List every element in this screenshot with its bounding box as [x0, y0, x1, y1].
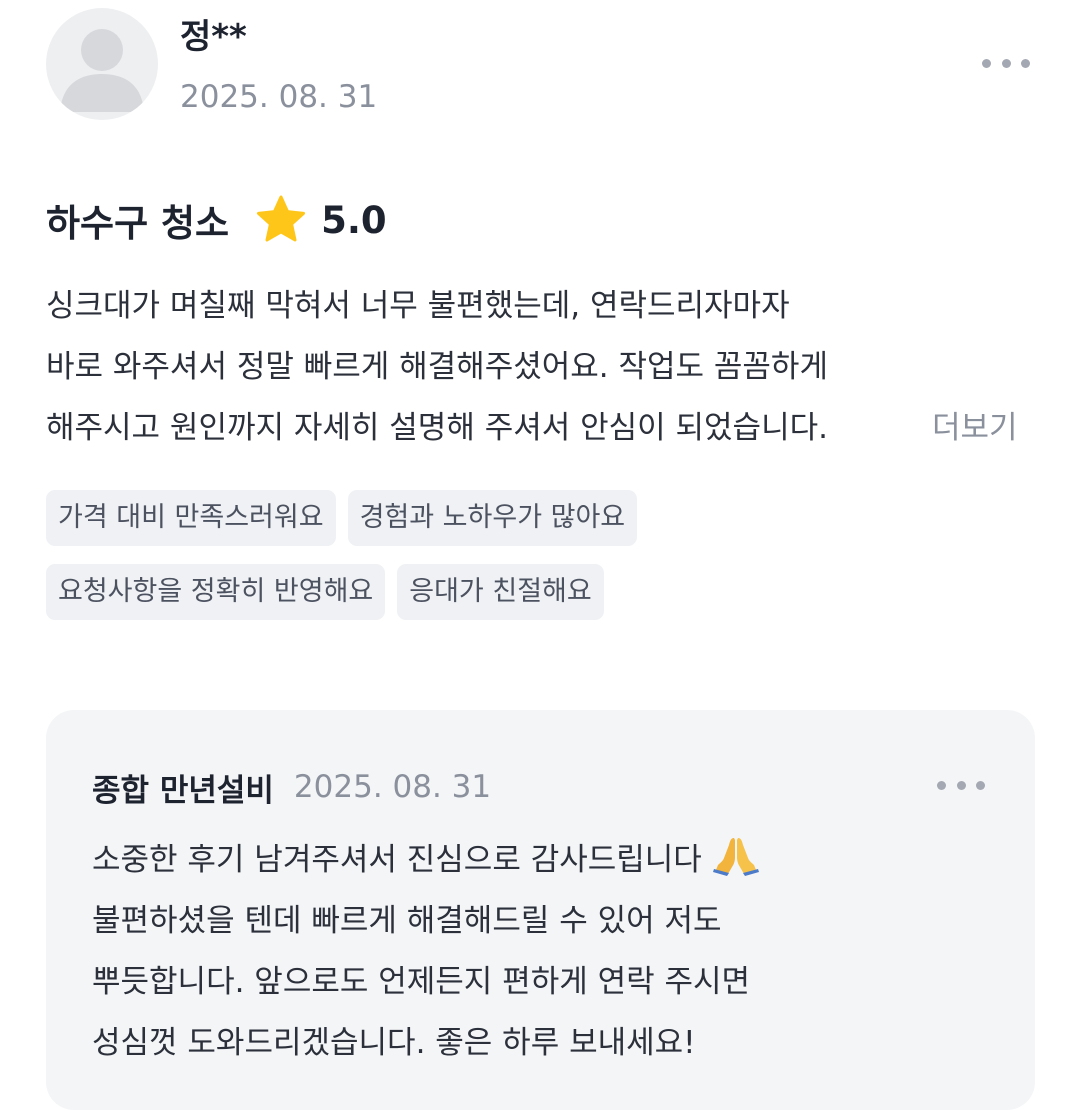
review-text-line: 바로 와주셔서 정말 빠르게 해결해주셨어요. 작업도 꼼꼼하게	[46, 349, 828, 385]
review-text: 싱크대가 며칠째 막혀서 너무 불편했는데, 연락드리자마자 바로 와주셔서 정…	[46, 276, 1036, 459]
tag-row: 가격 대비 만족스러워요 경험과 노하우가 많아요	[46, 490, 1046, 546]
star-icon	[257, 195, 306, 242]
rating-value: 5.0	[321, 198, 387, 242]
review-tags: 가격 대비 만족스러워요 경험과 노하우가 많아요 요청사항을 정확히 반영해요…	[46, 490, 1046, 638]
person-silhouette-icon	[60, 29, 144, 112]
reply-text-line: 불편하셨을 텐데 빠르게 해결해드릴 수 있어 저도	[92, 903, 722, 939]
see-more-link[interactable]: 더보기	[932, 398, 1018, 459]
reply-text-line: 소중한 후기 남겨주셔서 진심으로 감사드립니다	[92, 830, 992, 891]
reply-text-line: 성심껏 도와드리겠습니다. 좋은 하루 보내세요!	[92, 1025, 696, 1061]
more-dots-icon	[937, 780, 946, 790]
reply-text: 소중한 후기 남겨주셔서 진심으로 감사드립니다 불편하셨을 텐데 빠르게 해결…	[92, 830, 992, 1074]
reply-text-line: 뿌듯합니다. 앞으로도 언제든지 편하게 연락 주시면	[92, 964, 751, 1000]
tag-chip: 요청사항을 정확히 반영해요	[46, 564, 386, 620]
tag-chip: 응대가 친절해요	[397, 564, 604, 620]
review-text-line: 싱크대가 며칠째 막혀서 너무 불편했는데, 연락드리자마자	[46, 288, 790, 324]
reviewer-name: 정**	[180, 17, 247, 57]
avatar[interactable]	[46, 8, 158, 120]
review-text-line: 해주시고 원인까지 자세히 설명해 주셔서 안심이 되었습니다.	[46, 410, 828, 446]
reply-header: 종합 만년설비 2025. 08. 31	[92, 764, 491, 810]
folded-hands-icon	[712, 838, 759, 876]
service-name: 하수구 청소	[46, 202, 230, 245]
tag-chip: 경험과 노하우가 많아요	[347, 490, 638, 546]
more-dots-icon	[982, 58, 991, 68]
replier-name: 종합 만년설비	[92, 772, 274, 809]
reply-date: 2025. 08. 31	[293, 769, 492, 805]
more-options-button[interactable]	[982, 48, 1030, 78]
tag-chip: 가격 대비 만족스러워요	[46, 490, 336, 546]
service-rating-row: 하수구 청소 5.0	[46, 190, 387, 250]
reply-more-options-button[interactable]	[937, 770, 985, 800]
review-date: 2025. 08. 31	[180, 79, 378, 115]
tag-row: 요청사항을 정확히 반영해요 응대가 친절해요	[46, 564, 1046, 620]
